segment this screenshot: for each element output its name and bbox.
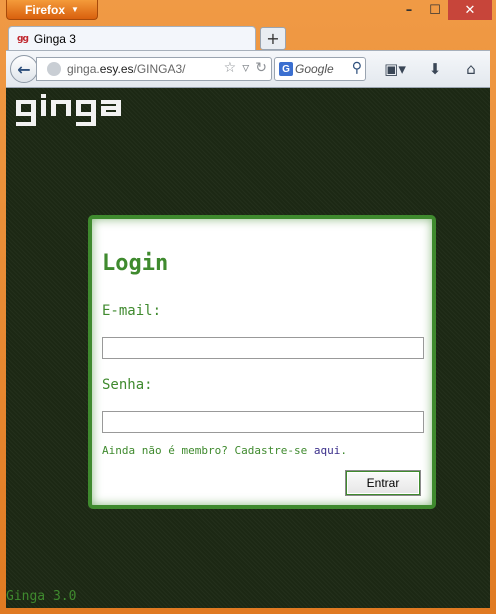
globe-icon [47, 62, 61, 76]
search-bar[interactable]: G Google ⚲ [274, 57, 366, 81]
chevron-down-icon: ▼ [71, 5, 79, 14]
home-button[interactable]: ⌂ [460, 59, 482, 79]
bookmarks-icon: ▣▾ [384, 60, 406, 78]
ginga-favicon-icon: gg [17, 34, 29, 44]
reload-icon[interactable]: ↻ [255, 60, 267, 76]
password-field[interactable] [102, 411, 424, 433]
home-icon: ⌂ [466, 60, 476, 78]
login-title: Login [102, 251, 169, 276]
arrow-left-icon: ← [17, 59, 31, 79]
maximize-button[interactable]: ☐ [422, 0, 448, 20]
signup-prompt: Ainda não é membro? Cadastre-se aqui. [102, 444, 347, 457]
tab-title: Ginga 3 [33, 32, 76, 46]
new-tab-button[interactable]: + [260, 27, 286, 50]
back-button[interactable]: ← [10, 55, 38, 83]
window-controls: – ☐ ✕ [396, 0, 492, 20]
search-placeholder: Google [295, 62, 334, 76]
close-window-button[interactable]: ✕ [448, 0, 492, 20]
url-path: /GINGA3/ [133, 62, 186, 76]
history-dropdown-icon[interactable]: ▿ [242, 60, 249, 76]
url-tools: ☆ ▿ ↻ [224, 60, 267, 76]
page-content: Login E-mail: Senha: Ainda não é membro?… [6, 88, 490, 608]
signup-link[interactable]: aqui [314, 444, 341, 457]
signup-end: . [340, 444, 348, 457]
footer-version: Ginga 3.0 [6, 589, 77, 604]
firefox-menu-button[interactable]: Firefox ▼ [6, 0, 98, 20]
google-search-engine-icon[interactable]: G [279, 62, 293, 76]
url-prefix: ginga. [67, 62, 100, 76]
firefox-menu-label: Firefox [25, 2, 66, 17]
url-bar[interactable]: ginga. esy.es/GINGA3/ ☆ ▿ ↻ [36, 57, 272, 81]
navigation-bar: ← ginga. esy.es/GINGA3/ ☆ ▿ ↻ G Google ⚲ … [6, 50, 490, 88]
url-host: esy.es [99, 62, 134, 76]
tab-ginga-3[interactable]: gg Ginga 3 [8, 26, 256, 51]
browser-window: Firefox ▼ – ☐ ✕ gg Ginga 3 + ← ginga. esy… [0, 0, 496, 614]
bookmarks-menu-button[interactable]: ▣▾ [378, 59, 412, 79]
login-panel: Login E-mail: Senha: Ainda não é membro?… [88, 215, 436, 509]
ginga-logo [16, 94, 121, 126]
password-label: Senha: [102, 377, 153, 393]
download-arrow-icon: ⬇ [428, 60, 442, 78]
email-field[interactable] [102, 337, 424, 359]
submit-button[interactable]: Entrar [346, 471, 420, 495]
signup-text: Ainda não é membro? Cadastre-se [102, 444, 314, 457]
downloads-button[interactable]: ⬇ [424, 59, 446, 79]
minimize-button[interactable]: – [396, 0, 422, 20]
bookmark-star-icon[interactable]: ☆ [224, 60, 237, 76]
search-icon[interactable]: ⚲ [352, 60, 362, 76]
email-label: E-mail: [102, 303, 162, 319]
